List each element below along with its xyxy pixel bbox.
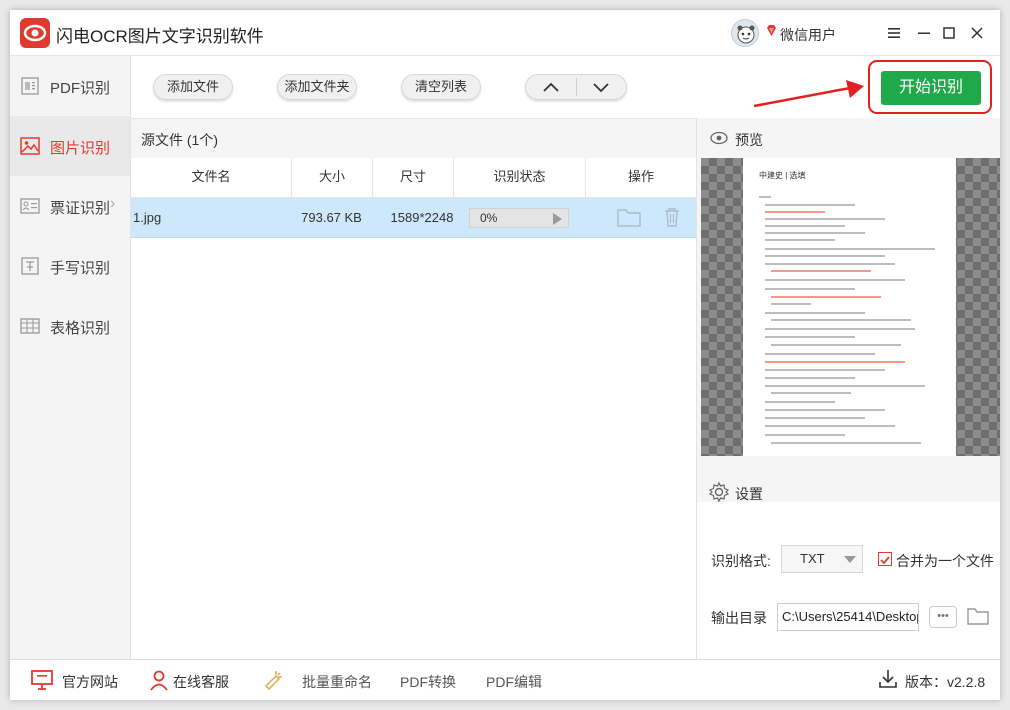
batch-rename-link[interactable]: 批量重命名 (302, 672, 372, 692)
sidebar-item-label: 票证识别 (50, 200, 111, 217)
check-icon (880, 556, 890, 565)
divider (576, 78, 577, 96)
pdf-icon (21, 77, 39, 95)
format-label: 识别格式: (711, 553, 771, 569)
file-name-cell: 1.jpg (133, 210, 162, 225)
column-header-actions: 操作 (585, 158, 696, 198)
play-icon[interactable] (553, 213, 562, 225)
maximize-icon[interactable] (938, 22, 960, 44)
column-header-size[interactable]: 大小 (291, 158, 372, 198)
sidebar-item-label: 表格识别 (50, 320, 111, 337)
sidebar-item-pdf[interactable]: PDF识别 (10, 56, 130, 116)
chevron-up-icon[interactable] (542, 80, 560, 94)
progress-bar: 0% (469, 208, 569, 228)
handwriting-icon (21, 257, 39, 275)
settings-body (697, 502, 1000, 659)
browse-dots-button[interactable]: ••• (929, 606, 957, 628)
settings-title: 设置 (735, 486, 763, 502)
app-window: 闪电OCR图片文字识别软件 微信用户 PDF识别 图片识别 票证识别 › 手写识… (10, 10, 1000, 700)
add-file-button[interactable]: 添加文件 (153, 74, 233, 100)
clear-list-button[interactable]: 清空列表 (401, 74, 481, 100)
sidebar-item-ticket[interactable]: 票证识别 › (10, 176, 130, 236)
output-dir-label: 输出目录 (711, 610, 767, 626)
app-logo-icon (20, 18, 50, 48)
format-value: TXT (800, 551, 825, 566)
column-header-dimensions[interactable]: 尺寸 (372, 158, 453, 198)
minimize-icon[interactable] (913, 22, 935, 44)
sidebar-item-label: 图片识别 (50, 140, 111, 157)
sidebar-item-table[interactable]: 表格识别 (10, 296, 130, 356)
chevron-down-icon[interactable] (592, 80, 610, 94)
add-folder-button[interactable]: 添加文件夹 (277, 74, 357, 100)
user-avatar[interactable] (731, 19, 759, 47)
start-recognition-button[interactable]: 开始识别 (881, 71, 981, 105)
close-icon[interactable] (966, 22, 988, 44)
version-label: 版本：v2.2.8 (905, 674, 986, 690)
preview-area: 中建史 | 选填 (701, 158, 1000, 456)
title-bar: 闪电OCR图片文字识别软件 微信用户 (10, 10, 1000, 56)
file-count-label: 源文件 (1个) (141, 132, 218, 148)
output-dir-input[interactable]: C:\Users\25414\Desktop (777, 603, 919, 631)
table-icon (20, 318, 40, 334)
pdf-edit-link[interactable]: PDF编辑 (486, 672, 542, 692)
table-row[interactable]: 1.jpg 793.67 KB 1589*2248 0% (131, 198, 696, 238)
eye-icon (710, 131, 728, 145)
sidebar: PDF识别 图片识别 票证识别 › 手写识别 表格识别 (10, 56, 131, 659)
column-header-status[interactable]: 识别状态 (453, 158, 585, 198)
user-name[interactable]: 微信用户 (780, 25, 836, 45)
merge-checkbox[interactable] (878, 552, 892, 566)
online-support-link[interactable]: 在线客服 (173, 672, 229, 692)
table-header: 文件名 大小 尺寸 识别状态 操作 (131, 158, 696, 198)
app-title: 闪电OCR图片文字识别软件 (56, 27, 264, 46)
sidebar-item-image[interactable]: 图片识别 (10, 116, 130, 176)
file-size-cell: 793.67 KB (301, 210, 362, 225)
sidebar-item-label: PDF识别 (50, 80, 111, 97)
monitor-icon (31, 670, 53, 690)
preview-title: 预览 (735, 132, 763, 148)
chevron-right-icon: › (110, 195, 116, 212)
merge-label[interactable]: 合并为一个文件 (896, 551, 994, 571)
document-preview: 中建史 | 选填 (743, 158, 956, 456)
download-update-icon (879, 670, 897, 688)
vip-diamond-icon (767, 25, 776, 36)
dropdown-arrow-icon (844, 556, 856, 563)
column-header-name[interactable]: 文件名 (131, 158, 291, 198)
footer: 官方网站 在线客服 批量重命名 PDF转换 PDF编辑 版本：v2.2.8 (10, 659, 1000, 700)
move-buttons-group (525, 74, 627, 100)
image-icon (20, 137, 40, 155)
folder-icon[interactable] (616, 206, 642, 228)
document-text-lines (759, 196, 935, 444)
sidebar-item-handwriting[interactable]: 手写识别 (10, 236, 130, 296)
settings-gear-icon (708, 481, 730, 503)
customer-service-icon (150, 670, 168, 691)
official-website-link[interactable]: 官方网站 (62, 672, 118, 692)
annotation-arrow-icon (753, 80, 864, 108)
progress-text: 0% (480, 211, 498, 225)
right-panel: 预览 中建史 | 选填 设置 识别格式: TXT 合并为一个文件 输出目录 C:… (696, 118, 1000, 659)
batch-rename-icon (264, 671, 282, 690)
open-folder-icon[interactable] (966, 605, 990, 627)
file-dimensions-cell: 1589*2248 (390, 210, 454, 225)
format-select[interactable]: TXT (781, 545, 863, 573)
sidebar-item-label: 手写识别 (50, 260, 111, 277)
menu-icon[interactable] (883, 22, 905, 44)
ticket-icon (20, 198, 40, 214)
pdf-convert-link[interactable]: PDF转换 (400, 672, 456, 692)
trash-icon[interactable] (661, 206, 683, 228)
file-list-header: 源文件 (1个) (131, 118, 696, 158)
